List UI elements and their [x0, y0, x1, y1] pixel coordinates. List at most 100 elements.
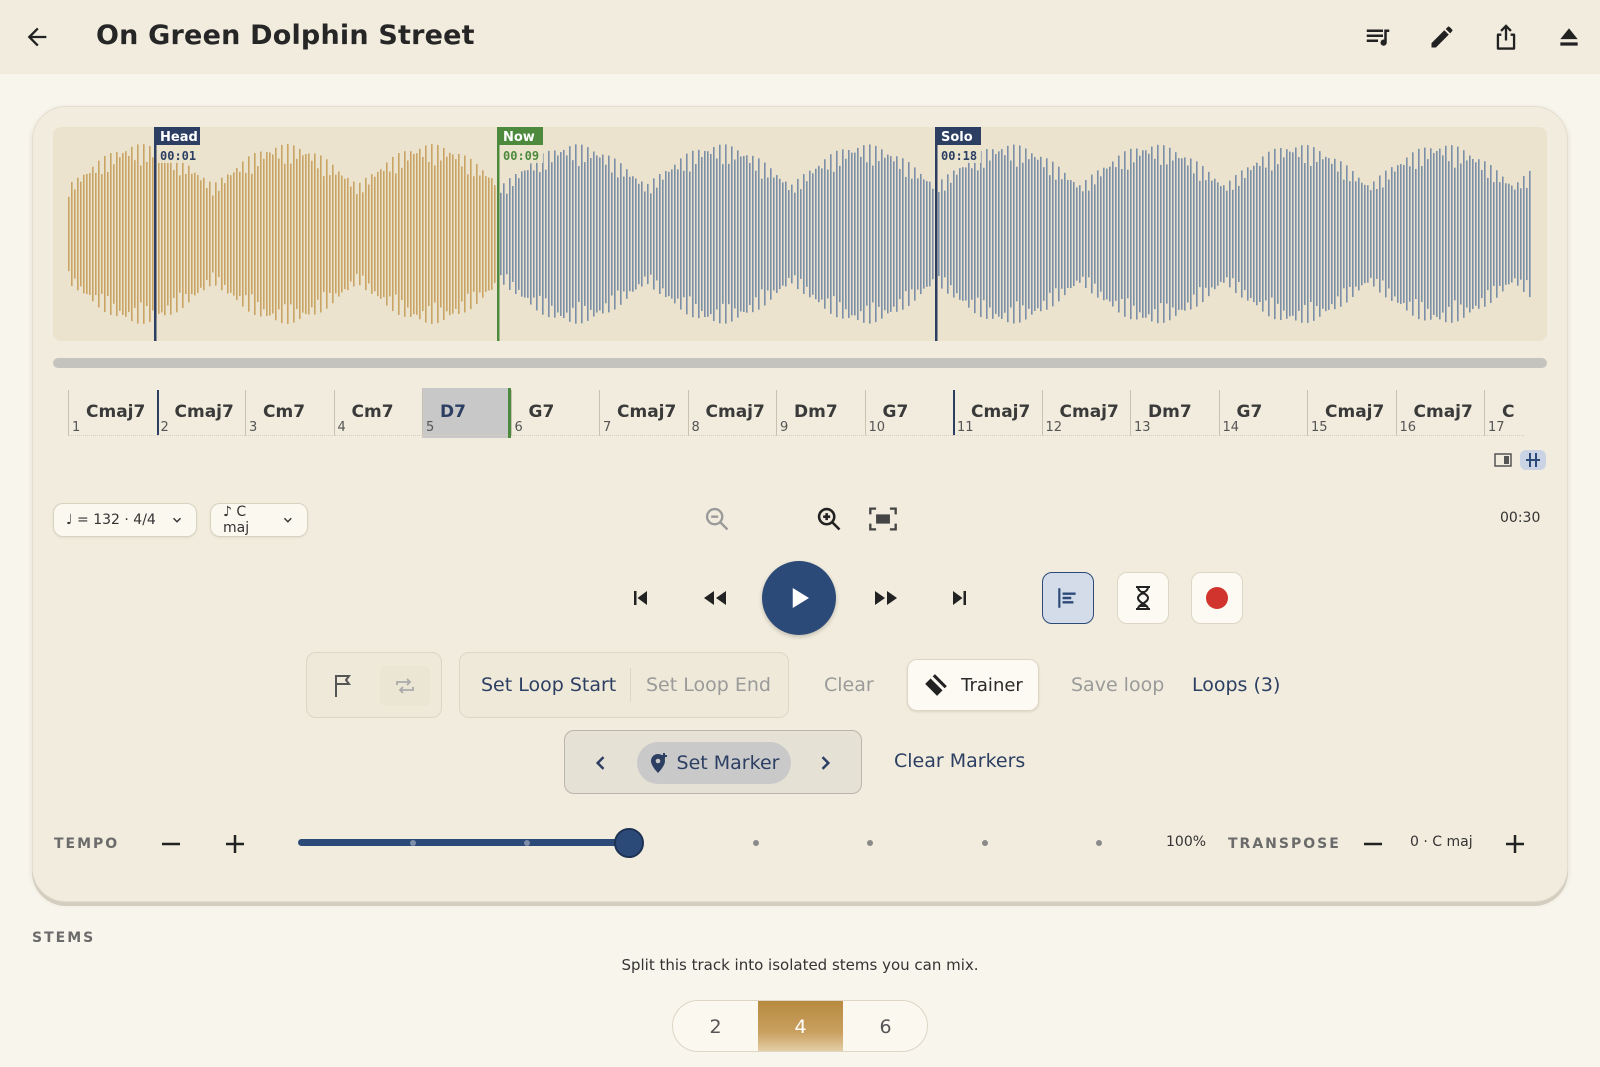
zoom-out-button[interactable]	[700, 502, 734, 536]
play-button[interactable]	[762, 561, 836, 635]
tempo-label: TEMPO	[54, 836, 120, 852]
chord-cell[interactable]: Cm7 3	[245, 388, 333, 438]
tempo-meter-dropdown[interactable]: ♩ = 132 · 4/4	[53, 503, 197, 537]
share-icon	[1496, 24, 1516, 50]
marker-line[interactable]	[935, 127, 938, 341]
waveform-bar	[587, 147, 589, 321]
loops-list-button[interactable]: Loops (3)	[1192, 674, 1280, 696]
waveform-bar	[278, 158, 280, 310]
waveform-bar	[143, 144, 145, 324]
chord-name: Cmaj7	[705, 402, 765, 422]
split-view-button[interactable]	[1490, 450, 1516, 470]
chord-cell[interactable]: Cmaj7 7	[599, 388, 687, 438]
waveform-bar	[368, 184, 370, 284]
chord-cell[interactable]: Cmaj7 16	[1395, 388, 1484, 438]
tempo-decrease-button[interactable]	[156, 829, 186, 859]
waveform-bar	[158, 154, 160, 314]
save-loop-button[interactable]: Save loop	[1071, 674, 1164, 696]
stems-option-6[interactable]: 6	[843, 1001, 927, 1051]
waveform-bar	[698, 149, 700, 319]
waveform-bar	[206, 187, 208, 281]
waveform-bar	[1319, 151, 1321, 317]
transpose-up-button[interactable]	[1500, 829, 1530, 859]
tempo-increase-button[interactable]	[220, 829, 250, 859]
set-marker-button[interactable]: Set Marker	[637, 742, 791, 784]
waveform-bar	[1307, 145, 1309, 323]
fast-forward-button[interactable]	[868, 580, 904, 616]
waveform-bar	[371, 174, 373, 294]
chord-cell[interactable]: Cmaj7 11	[953, 388, 1041, 438]
chord-cell[interactable]: Cmaj7 2	[156, 388, 245, 438]
record-button[interactable]	[1191, 572, 1243, 624]
waveform-bar	[1169, 147, 1171, 321]
waveform-bar	[1382, 187, 1384, 281]
waveform-bar	[1160, 164, 1162, 304]
waveform-bar	[419, 148, 421, 320]
chord-cell[interactable]: Dm7 9	[776, 388, 864, 438]
clear-loop-button[interactable]: Clear	[824, 674, 874, 696]
count-in-timer-button[interactable]	[1117, 572, 1169, 624]
loop-toggle-button[interactable]	[380, 666, 430, 706]
waveform-bar	[248, 156, 250, 312]
waveform-bar	[521, 171, 523, 297]
previous-marker-button[interactable]	[587, 749, 615, 777]
clear-markers-button[interactable]: Clear Markers	[894, 750, 1025, 772]
timeline-scrollbar[interactable]	[53, 358, 1547, 368]
eject-button[interactable]	[1551, 19, 1587, 55]
queue-button[interactable]	[1360, 19, 1396, 55]
waveform-bar	[794, 192, 796, 276]
back-button[interactable]	[20, 20, 54, 54]
chord-cell[interactable]: G7 6	[510, 388, 599, 438]
key-dropdown[interactable]: ♪ C maj	[210, 503, 308, 537]
waveform-bar	[1088, 190, 1090, 278]
chord-cell[interactable]: Cmaj7 1	[68, 388, 156, 438]
chord-cell[interactable]: Cm7 4	[333, 388, 422, 438]
edit-button[interactable]	[1424, 19, 1460, 55]
bar-number: 10	[868, 420, 886, 435]
waveform-bar	[1031, 153, 1033, 315]
waveform-bar	[797, 178, 799, 290]
waveform-bar	[659, 174, 661, 294]
rewind-button[interactable]	[697, 580, 733, 616]
chord-cell[interactable]: G7 14	[1218, 388, 1307, 438]
marker-flag-button[interactable]	[326, 668, 362, 704]
set-loop-start-button[interactable]: Set Loop Start	[481, 674, 616, 696]
waveform-bar	[257, 166, 259, 302]
bar-line	[68, 390, 69, 436]
chord-cell[interactable]: Cmaj7 15	[1307, 388, 1395, 438]
next-marker-button[interactable]	[811, 749, 839, 777]
chord-cell[interactable]: G7 10	[864, 388, 953, 438]
waveform-bar	[1277, 164, 1279, 304]
fit-to-screen-button[interactable]	[866, 502, 900, 536]
chord-cell[interactable]: C 17	[1484, 388, 1524, 438]
waveform-bar	[677, 169, 679, 299]
waveform-bar	[1118, 155, 1120, 313]
stems-option-2[interactable]: 2	[673, 1001, 758, 1051]
align-left-button[interactable]	[1042, 572, 1094, 624]
waveform-bar	[1463, 150, 1465, 318]
chord-cell[interactable]: Cmaj7 12	[1041, 388, 1130, 438]
waveform-bar	[977, 170, 979, 298]
chord-cell[interactable]: Cmaj7 8	[687, 388, 776, 438]
waveform[interactable]: Head 00:01 Now 00:09 Solo 00:18	[53, 127, 1547, 341]
zoom-in-button[interactable]	[812, 502, 846, 536]
skip-to-end-button[interactable]	[942, 580, 978, 616]
grid-toggle-button[interactable]	[1520, 450, 1546, 470]
marker-line[interactable]	[154, 127, 157, 341]
waveform-bar	[725, 144, 727, 324]
waveform-bar	[422, 156, 424, 312]
trainer-button[interactable]: Trainer	[907, 659, 1039, 711]
marker-line[interactable]	[497, 127, 500, 341]
waveform-bar	[1244, 177, 1246, 291]
set-loop-end-button[interactable]: Set Loop End	[646, 674, 771, 696]
transpose-down-button[interactable]	[1358, 829, 1388, 859]
skip-to-start-button[interactable]	[622, 580, 658, 616]
stems-option-4[interactable]: 4	[758, 1001, 843, 1051]
marker-time: 00:18	[941, 149, 977, 163]
share-button[interactable]	[1488, 19, 1524, 55]
chord-cell[interactable]: D7 5	[422, 388, 511, 438]
waveform-bar	[593, 151, 595, 317]
set-marker-label: Set Marker	[676, 752, 780, 774]
waveform-bar	[533, 170, 535, 298]
chord-cell[interactable]: Dm7 13	[1130, 388, 1218, 438]
